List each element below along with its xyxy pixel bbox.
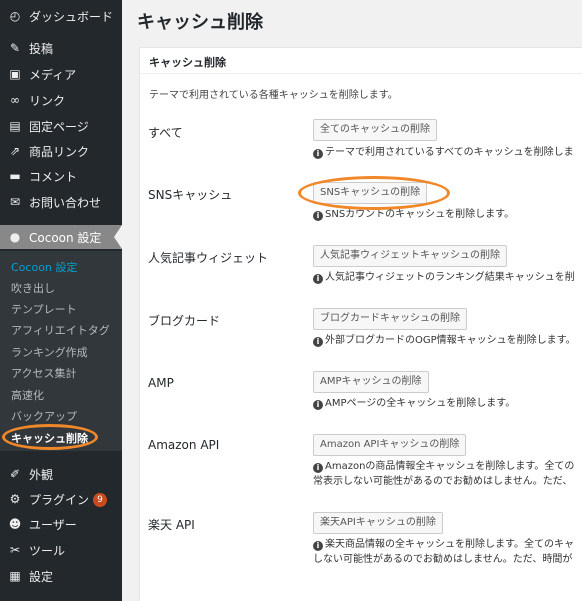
row-description: i Amazonの商品情報全キャッシュを削除します。全ての常表示しない可能性がある… bbox=[313, 459, 574, 489]
menu-label: お問い合わせ bbox=[29, 195, 102, 210]
submenu-item[interactable]: テンプレート bbox=[11, 301, 77, 317]
row-description: i 楽天商品情報の全キャッシュを削除します。全てのキャしない可能性があるのでお勧め… bbox=[313, 537, 574, 567]
menu-links[interactable]: ∞ リンク bbox=[0, 88, 122, 112]
info-icon: i bbox=[313, 463, 323, 473]
info-icon: i bbox=[313, 541, 323, 551]
menu-label: プラグイン 9 bbox=[29, 491, 108, 508]
dashboard-icon: ◴ bbox=[9, 9, 21, 23]
page-title: キャッシュ削除 bbox=[137, 12, 263, 33]
row-description-text: SNSカウントのキャッシュを削除します。 bbox=[325, 209, 515, 220]
menu-posts[interactable]: ✎ 投稿 bbox=[0, 36, 122, 60]
menu-dashboard[interactable]: ◴ ダッシュボード bbox=[0, 4, 122, 28]
row-description: i 外部ブログカードのOGP情報キャッシュを削除します。 bbox=[313, 333, 576, 348]
menu-plugins[interactable]: ⚙ プラグイン 9 bbox=[0, 487, 122, 511]
cocoon-submenu: Cocoon 設定 吹き出し テンプレート アフィリエイトタグ ランキング作成 … bbox=[0, 251, 122, 451]
menu-label: コメント bbox=[29, 169, 78, 184]
submenu-item[interactable]: Cocoon 設定 bbox=[11, 259, 77, 275]
menu-label: 設定 bbox=[29, 569, 54, 584]
submenu-item[interactable]: アフィリエイトタグ bbox=[11, 322, 110, 338]
row-label-sns: SNSキャッシュ bbox=[148, 188, 233, 202]
user-icon: ☻ bbox=[8, 517, 22, 531]
panel-intro: テーマで利用されている各種キャッシュを削除します。 bbox=[149, 90, 398, 101]
appearance-icon: ✐ bbox=[9, 467, 21, 481]
row-label-all: すべて bbox=[148, 126, 183, 140]
menu-users[interactable]: ☻ ユーザー bbox=[0, 512, 122, 536]
submenu-item[interactable]: アクセス集計 bbox=[11, 365, 76, 381]
row-description: i 人気記事ウィジェットのランキング結果キャッシュを削 bbox=[313, 270, 575, 285]
menu-label: リンク bbox=[29, 93, 66, 108]
menu-label-text: プラグイン bbox=[29, 492, 90, 507]
info-icon: i bbox=[313, 149, 323, 159]
submenu-item[interactable]: バックアップ bbox=[11, 408, 77, 424]
menu-media[interactable]: ▣ メディア bbox=[0, 62, 122, 86]
update-count-badge: 9 bbox=[93, 493, 108, 507]
submenu-item-cache-delete[interactable]: キャッシュ削除 bbox=[11, 430, 88, 446]
menu-label: 外観 bbox=[29, 467, 54, 482]
tool-icon: ✂ bbox=[9, 543, 21, 557]
cocoon-icon: ● bbox=[9, 230, 21, 244]
share-icon: ⇗ bbox=[9, 144, 21, 158]
row-description-text: テーマで利用されているすべてのキャッシュを削除しま bbox=[325, 147, 574, 158]
info-icon: i bbox=[313, 400, 323, 410]
menu-appearance[interactable]: ✐ 外観 bbox=[0, 462, 122, 486]
pin-icon: ✎ bbox=[9, 41, 21, 55]
delete-rakuten-cache-button[interactable]: 楽天APIキャッシュの削除 bbox=[313, 512, 443, 534]
page-icon: ▤ bbox=[9, 119, 21, 133]
info-icon: i bbox=[313, 274, 323, 284]
mail-icon: ✉ bbox=[9, 195, 21, 209]
submenu-item[interactable]: ランキング作成 bbox=[11, 344, 88, 360]
row-label-rakuten: 楽天 API bbox=[148, 518, 195, 532]
row-description: i SNSカウントのキャッシュを削除します。 bbox=[313, 207, 514, 222]
menu-label: ツール bbox=[29, 543, 66, 558]
row-description: i テーマで利用されているすべてのキャッシュを削除しま bbox=[313, 145, 574, 160]
menu-label: ダッシュボード bbox=[29, 9, 114, 24]
delete-sns-cache-button[interactable]: SNSキャッシュの削除 bbox=[313, 182, 428, 204]
menu-contact[interactable]: ✉ お問い合わせ bbox=[0, 190, 122, 214]
menu-pages[interactable]: ▤ 固定ページ bbox=[0, 114, 122, 138]
menu-settings[interactable]: ▦ 設定 bbox=[0, 564, 122, 588]
settings-icon: ▦ bbox=[9, 569, 21, 583]
row-description-text: 人気記事ウィジェットのランキング結果キャッシュを削 bbox=[325, 272, 575, 283]
menu-cocoon-settings[interactable]: ● Cocoon 設定 bbox=[0, 225, 122, 249]
row-description-text: 常表示しない可能性があるのでお勧めはしません。ただ、 bbox=[313, 476, 573, 487]
active-arrow bbox=[114, 225, 122, 249]
menu-product-links[interactable]: ⇗ 商品リンク bbox=[0, 139, 122, 163]
plugin-icon: ⚙ bbox=[9, 492, 21, 506]
menu-label: 商品リンク bbox=[29, 144, 90, 159]
menu-label: 固定ページ bbox=[29, 119, 89, 134]
admin-sidebar: ◴ ダッシュボード ✎ 投稿 ▣ メディア ∞ リンク ▤ 固定ページ ⇗ 商品… bbox=[0, 0, 122, 601]
menu-comments[interactable]: ▬ コメント bbox=[0, 164, 122, 188]
row-label-blogcard: ブログカード bbox=[148, 314, 221, 328]
menu-tools[interactable]: ✂ ツール bbox=[0, 538, 122, 562]
row-description-text: 外部ブログカードのOGP情報キャッシュを削除します。 bbox=[325, 335, 576, 346]
panel-title: キャッシュ削除 bbox=[149, 56, 226, 69]
info-icon: i bbox=[313, 337, 323, 347]
menu-label: Cocoon 設定 bbox=[29, 230, 102, 245]
link-icon: ∞ bbox=[10, 93, 20, 107]
row-description: i AMPページの全キャッシュを削除します。 bbox=[313, 396, 515, 411]
row-description-text: AMPページの全キャッシュを削除します。 bbox=[325, 398, 516, 409]
delete-amp-cache-button[interactable]: AMPキャッシュの削除 bbox=[313, 371, 429, 393]
row-description-text: 楽天商品情報の全キャッシュを削除します。全てのキャ bbox=[325, 539, 574, 550]
submenu-item[interactable]: 吹き出し bbox=[11, 280, 55, 296]
row-label-amp: AMP bbox=[148, 376, 174, 390]
menu-label: メディア bbox=[29, 67, 77, 82]
row-description-text: Amazonの商品情報全キャッシュを削除します。全ての bbox=[325, 461, 575, 472]
submenu-item[interactable]: 高速化 bbox=[11, 387, 44, 403]
delete-popular-cache-button[interactable]: 人気記事ウィジェットキャッシュの削除 bbox=[313, 245, 507, 267]
delete-amazon-cache-button[interactable]: Amazon APIキャッシュの削除 bbox=[313, 434, 467, 456]
media-icon: ▣ bbox=[9, 67, 21, 81]
comment-icon: ▬ bbox=[9, 169, 21, 183]
row-description-text: しない可能性があるのでお勧めはしません。ただ、時間が bbox=[313, 554, 573, 565]
menu-label: 投稿 bbox=[29, 41, 54, 56]
menu-label: ユーザー bbox=[29, 517, 77, 532]
info-icon: i bbox=[313, 211, 323, 221]
row-label-amazon: Amazon API bbox=[148, 438, 220, 452]
delete-all-cache-button[interactable]: 全てのキャッシュの削除 bbox=[313, 119, 437, 141]
delete-blogcard-cache-button[interactable]: ブログカードキャッシュの削除 bbox=[313, 308, 467, 330]
panel-header: キャッシュ削除 bbox=[140, 48, 582, 74]
row-label-popular: 人気記事ウィジェット bbox=[148, 251, 269, 265]
